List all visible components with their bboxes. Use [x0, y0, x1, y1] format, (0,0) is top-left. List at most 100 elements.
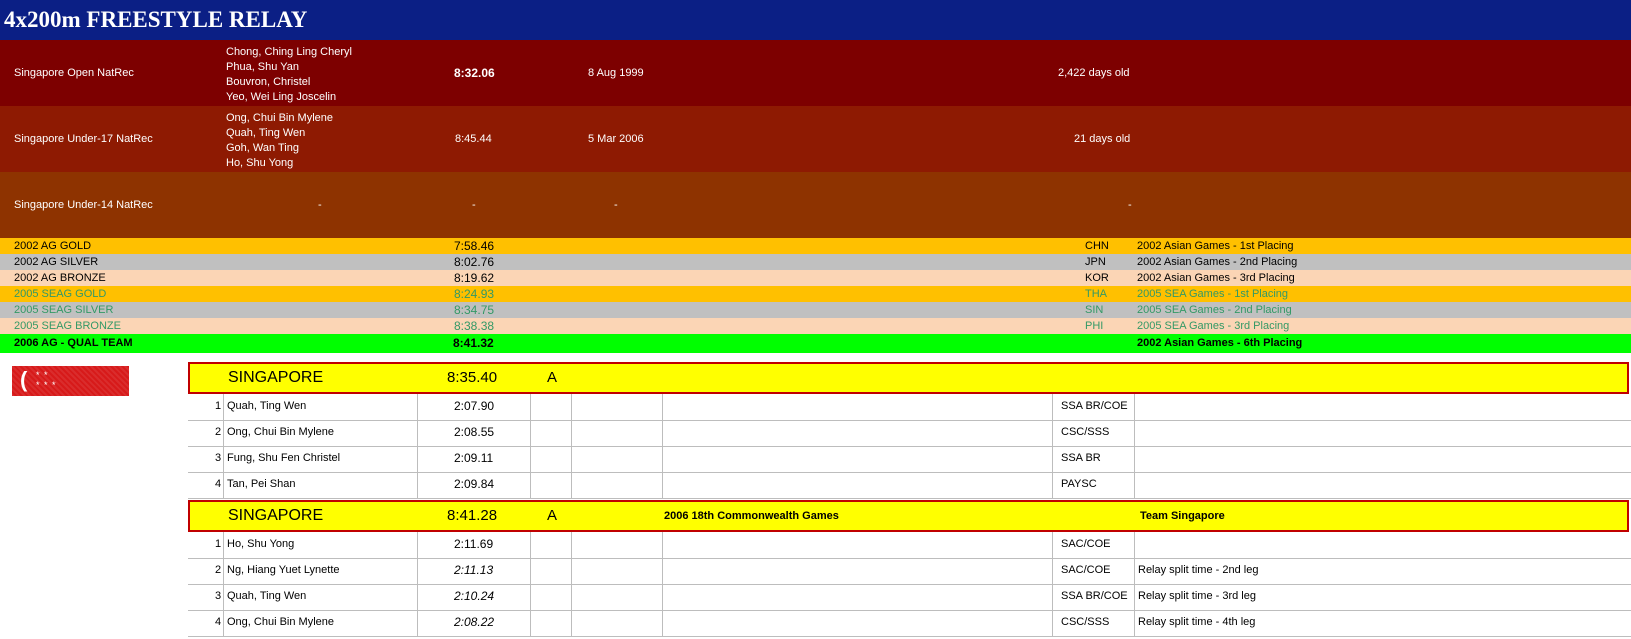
- qual-team-row: 2006 AG - QUAL TEAM 8:41.32 2002 Asian G…: [0, 334, 1631, 353]
- split-time: 2:09.84: [454, 477, 495, 491]
- club: SSA BR/COE: [1061, 400, 1128, 412]
- qual-time: 8:41.32: [453, 336, 494, 350]
- benchmark-time: 8:19.62: [454, 271, 495, 285]
- swimmer-name: Quah, Ting Wen: [226, 127, 306, 139]
- swimmer-name: Ong, Chui Bin Mylene: [227, 426, 334, 438]
- benchmark-label: 2005 SEAG GOLD: [14, 288, 107, 300]
- split-time: 2:09.11: [454, 451, 494, 465]
- benchmark-label: 2005 SEAG BRONZE: [14, 320, 121, 332]
- table-row: 3 Quah, Ting Wen 2:10.24 SSA BR/COE Relay sp…: [188, 584, 1631, 611]
- benchmark-country: JPN: [1085, 256, 1106, 268]
- team-label: Team Singapore: [1140, 510, 1225, 522]
- benchmark-list: 2002 AG GOLD 7:58.46 CHN 2002 Asian Games -…: [0, 238, 1631, 334]
- table-row: 3 Fung, Shu Fen Christel 2:09.11 SSA BR: [188, 446, 1631, 473]
- team-banner: SINGAPORE 8:35.40 A: [188, 362, 1629, 394]
- leg-number: 4: [215, 616, 222, 628]
- club: SSA BR: [1061, 452, 1101, 464]
- record-time: -: [472, 199, 476, 211]
- swimmer-name: Ng, Hiang Yuet Lynette: [227, 564, 340, 576]
- club: SAC/COE: [1061, 564, 1111, 576]
- page-title: 4x200m FREESTYLE RELAY: [0, 0, 1631, 40]
- record-u14: Singapore Under-14 NatRec - - - -: [0, 172, 1631, 238]
- benchmark-event: 2005 SEA Games - 3rd Placing: [1137, 320, 1290, 332]
- team-name: SINGAPORE: [228, 369, 324, 386]
- benchmark-time: 8:34.75: [454, 303, 495, 317]
- club: CSC/SSS: [1061, 616, 1110, 628]
- club: SAC/COE: [1061, 538, 1111, 550]
- benchmark-time: 8:38.38: [454, 319, 495, 333]
- team-meet: 2006 18th Commonwealth Games: [664, 510, 839, 522]
- swimmer-name: Tan, Pei Shan: [227, 478, 296, 490]
- benchmark-event: 2002 Asian Games - 1st Placing: [1137, 240, 1294, 252]
- singapore-flag-icon: ( * * * * *: [12, 366, 129, 396]
- record-open: Singapore Open NatRec Chong, Ching Ling …: [0, 40, 1631, 106]
- benchmark-time: 8:24.93: [454, 287, 495, 301]
- record-swimmers: Chong, Ching Ling Cheryl Phua, Shu Yan B…: [226, 45, 352, 105]
- record-label: Singapore Under-14 NatRec: [14, 199, 153, 211]
- team-time: 8:35.40: [447, 369, 498, 386]
- split-time: 2:08.55: [454, 425, 495, 439]
- leg-number: 3: [215, 452, 222, 464]
- benchmark-event: 2005 SEA Games - 2nd Placing: [1137, 304, 1292, 316]
- swimmer-name: Ho, Shu Yong: [226, 157, 294, 169]
- club: PAYSC: [1061, 478, 1097, 490]
- swimmer-name: Phua, Shu Yan: [226, 61, 299, 73]
- split-time: 2:07.90: [454, 399, 495, 413]
- record-age: 21 days old: [1074, 133, 1131, 145]
- split-time: 2:11.13: [454, 563, 494, 577]
- swimmer-name: Quah, Ting Wen: [227, 400, 307, 412]
- swimmer-name: Ong, Chui Bin Mylene: [226, 112, 333, 124]
- swimmer-name: Fung, Shu Fen Christel: [227, 452, 341, 464]
- split-time: 2:10.24: [454, 589, 495, 603]
- benchmark-country: PHI: [1085, 320, 1104, 332]
- club: SSA BR/COE: [1061, 590, 1128, 602]
- leg-number: 4: [215, 478, 222, 490]
- benchmark-event: 2002 Asian Games - 2nd Placing: [1137, 256, 1298, 268]
- team-grade: A: [547, 507, 558, 524]
- split-time: 2:11.69: [454, 537, 494, 551]
- leg-number: 2: [215, 426, 222, 438]
- benchmark-event: 2002 Asian Games - 3rd Placing: [1137, 272, 1295, 284]
- note: Relay split time - 2nd leg: [1138, 564, 1259, 576]
- team-name: SINGAPORE: [228, 507, 324, 524]
- record-time: 8:32.06: [454, 66, 495, 80]
- leg-number: 1: [215, 400, 222, 412]
- team-banner: SINGAPORE 8:41.28 A 2006 18th Commonwealth …: [188, 500, 1629, 532]
- benchmark-label: 2002 AG SILVER: [14, 256, 99, 268]
- benchmark-label: 2005 SEAG SILVER: [14, 304, 114, 316]
- table-row: 1 Quah, Ting Wen 2:07.90 SSA BR/COE: [188, 394, 1631, 421]
- table-row: 4 Tan, Pei Shan 2:09.84 PAYSC: [188, 472, 1631, 499]
- table-row: 2 Ong, Chui Bin Mylene 2:08.55 CSC/SSS: [188, 420, 1631, 447]
- swimmer-name: Quah, Ting Wen: [227, 590, 307, 602]
- benchmark-row: 2002 AG GOLD 7:58.46 CHN 2002 Asian Games -…: [0, 238, 1631, 254]
- leg-number: 3: [215, 590, 222, 602]
- benchmark-country: KOR: [1085, 272, 1109, 284]
- leg-number: 1: [215, 538, 222, 550]
- record-date: -: [614, 199, 618, 211]
- benchmark-time: 8:02.76: [454, 255, 495, 269]
- benchmark-country: SIN: [1085, 304, 1104, 316]
- table-row: 2 Ng, Hiang Yuet Lynette 2:11.13 SAC/COE Rel…: [188, 558, 1631, 585]
- team-grade: A: [547, 369, 558, 386]
- record-date: 8 Aug 1999: [588, 67, 644, 79]
- record-label: Singapore Under-17 NatRec: [14, 133, 153, 145]
- note: Relay split time - 3rd leg: [1138, 590, 1256, 602]
- benchmark-row: 2002 AG BRONZE 8:19.62 KOR 2002 Asian Games…: [0, 270, 1631, 286]
- benchmark-label: 2002 AG GOLD: [14, 240, 92, 252]
- benchmark-row: 2005 SEAG SILVER 8:34.75 SIN 2005 SEA Games…: [0, 302, 1631, 318]
- team-time: 8:41.28: [447, 507, 498, 524]
- record-u17: Singapore Under-17 NatRec Ong, Chui Bin …: [0, 106, 1631, 172]
- record-time: 8:45.44: [455, 133, 492, 145]
- record-swimmers: -: [318, 199, 322, 211]
- swimmer-name: Ho, Shu Yong: [227, 538, 295, 550]
- split-time: 2:08.22: [454, 615, 495, 629]
- record-swimmers: Ong, Chui Bin Mylene Quah, Ting Wen Goh,…: [226, 111, 333, 171]
- record-label: Singapore Open NatRec: [14, 67, 134, 79]
- benchmark-row: 2002 AG SILVER 8:02.76 JPN 2002 Asian Games…: [0, 254, 1631, 270]
- benchmark-row: 2005 SEAG GOLD 8:24.93 THA 2005 SEA Games -…: [0, 286, 1631, 302]
- club: CSC/SSS: [1061, 426, 1110, 438]
- swimmer-name: Yeo, Wei Ling Joscelin: [226, 91, 337, 103]
- record-age: -: [1128, 199, 1132, 211]
- table-row: 4 Ong, Chui Bin Mylene 2:08.22 CSC/SSS Relay…: [188, 610, 1631, 637]
- benchmark-label: 2002 AG BRONZE: [14, 272, 106, 284]
